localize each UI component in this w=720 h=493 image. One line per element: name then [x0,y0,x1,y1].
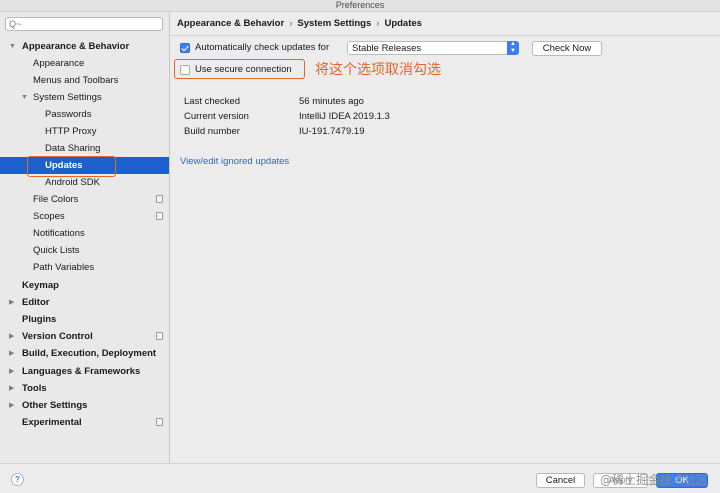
update-channel-select[interactable]: Stable Releases ▲ ▼ [347,41,519,55]
sidebar-item-path-variables[interactable]: Path Variables [0,259,169,276]
sidebar-item-label: HTTP Proxy [45,126,97,137]
sidebar-item-file-colors[interactable]: File Colors [0,191,169,208]
sidebar-item-label: Other Settings [22,400,88,411]
sidebar-item-scopes[interactable]: Scopes [0,208,169,225]
sidebar-item-passwords[interactable]: Passwords [0,106,169,123]
sidebar-item-label: Data Sharing [45,143,101,154]
sidebar-item-label: Quick Lists [33,245,80,256]
chevron-down-icon[interactable]: ▼ [9,38,16,55]
settings-content: Appearance & Behavior › System Settings › Up… [171,12,720,463]
breadcrumb-item: Appearance & Behavior [177,18,285,29]
sidebar-item-label: Notifications [33,228,85,239]
project-scope-icon [156,332,163,340]
sidebar-item-data-sharing[interactable]: Data Sharing [0,140,169,157]
project-scope-icon [156,212,163,220]
chevron-up-down-icon: ▲ ▼ [507,41,519,55]
sidebar-item-label: Experimental [22,417,82,428]
chevron-right-icon[interactable]: ▶ [9,345,14,362]
sidebar-item-label: System Settings [33,92,102,103]
build-number-value: IU-191.7479.19 [299,126,365,137]
sidebar-item-menus-toolbars[interactable]: Menus and Toolbars [0,72,169,89]
sidebar-item-label: Passwords [45,109,92,120]
project-scope-icon [156,418,163,426]
chevron-right-icon[interactable]: ▶ [9,294,14,311]
settings-sidebar: Q~ ▼ Appearance & Behavior Appearance Me… [0,12,170,463]
auto-check-updates-checkbox[interactable] [180,43,190,53]
check-now-button[interactable]: Check Now [532,41,602,56]
last-checked-label: Last checked [184,96,240,107]
sidebar-item-http-proxy[interactable]: HTTP Proxy [0,123,169,140]
secure-connection-highlight-box [174,59,305,79]
chevron-down-icon[interactable]: ▼ [21,89,28,106]
current-version-value: IntelliJ IDEA 2019.1.3 [299,111,390,122]
sidebar-item-appearance[interactable]: Appearance [0,55,169,72]
sidebar-item-quick-lists[interactable]: Quick Lists [0,242,169,259]
help-icon[interactable]: ? [11,473,24,486]
search-input[interactable]: Q~ [5,17,163,31]
sidebar-item-keymap[interactable]: Keymap [0,277,169,294]
sidebar-item-label: Appearance [33,58,85,69]
chevron-right-icon[interactable]: ▶ [9,380,14,397]
sidebar-item-languages-frameworks[interactable]: ▶ Languages & Frameworks [0,363,169,380]
build-number-label: Build number [184,126,240,137]
sidebar-item-label: Menus and Toolbars [33,75,119,86]
chevron-right-icon[interactable]: ▶ [9,397,14,414]
sidebar-item-notifications[interactable]: Notifications [0,225,169,242]
sidebar-item-experimental[interactable]: Experimental [0,414,169,431]
sidebar-item-label: Plugins [22,314,57,325]
chevron-right-icon[interactable]: ▶ [9,328,14,345]
breadcrumb: Appearance & Behavior › System Settings › Up… [177,18,422,29]
search-icon: Q~ [9,19,22,29]
sidebar-item-tools[interactable]: ▶ Tools [0,380,169,397]
breadcrumb-separator: › [289,18,293,29]
sidebar-item-android-sdk[interactable]: Android SDK [0,174,169,191]
sidebar-item-label: Languages & Frameworks [22,366,141,377]
watermark: @稀土掘金技术社区 [599,473,708,487]
current-version-label: Current version [184,111,249,122]
last-checked-value: 56 minutes ago [299,96,364,107]
sidebar-item-label: Appearance & Behavior [22,41,130,52]
sidebar-item-label: Keymap [22,280,59,291]
divider [171,35,720,36]
chevron-right-icon[interactable]: ▶ [9,363,14,380]
sidebar-item-plugins[interactable]: Plugins [0,311,169,328]
auto-check-updates-label: Automatically check updates for [195,42,330,53]
breadcrumb-item: Updates [384,18,422,29]
project-scope-icon [156,195,163,203]
dialog-footer: ? Cancel Apply OK @稀土掘金技术社区 [0,463,720,493]
sidebar-item-label: Path Variables [33,262,95,273]
sidebar-item-label: Editor [22,297,50,308]
sidebar-item-label: Build, Execution, Deployment [22,348,157,359]
breadcrumb-item: System Settings [297,18,372,29]
sidebar-item-other-settings[interactable]: ▶ Other Settings [0,397,169,414]
sidebar-item-label: Tools [22,383,47,394]
sidebar-item-system-settings[interactable]: ▼ System Settings [0,89,169,106]
update-channel-value: Stable Releases [352,43,422,54]
title-bar: Preferences [0,0,720,12]
view-ignored-updates-link[interactable]: View/edit ignored updates [180,156,289,168]
sidebar-item-label: Version Control [22,331,93,342]
sidebar-item-label: File Colors [33,194,79,205]
annotation-text: 将这个选项取消勾选 [315,62,441,78]
sidebar-item-label: Android SDK [45,177,100,188]
sidebar-item-editor[interactable]: ▶ Editor [0,294,169,311]
cancel-button[interactable]: Cancel [536,473,585,488]
window-title: Preferences [335,0,385,10]
sidebar-item-label: Scopes [33,211,65,222]
sidebar-item-version-control[interactable]: ▶ Version Control [0,328,169,345]
sidebar-item-build-execution-deployment[interactable]: ▶ Build, Execution, Deployment [0,345,169,362]
breadcrumb-separator: › [376,18,380,29]
sidebar-item-appearance-behavior[interactable]: ▼ Appearance & Behavior [0,38,169,55]
